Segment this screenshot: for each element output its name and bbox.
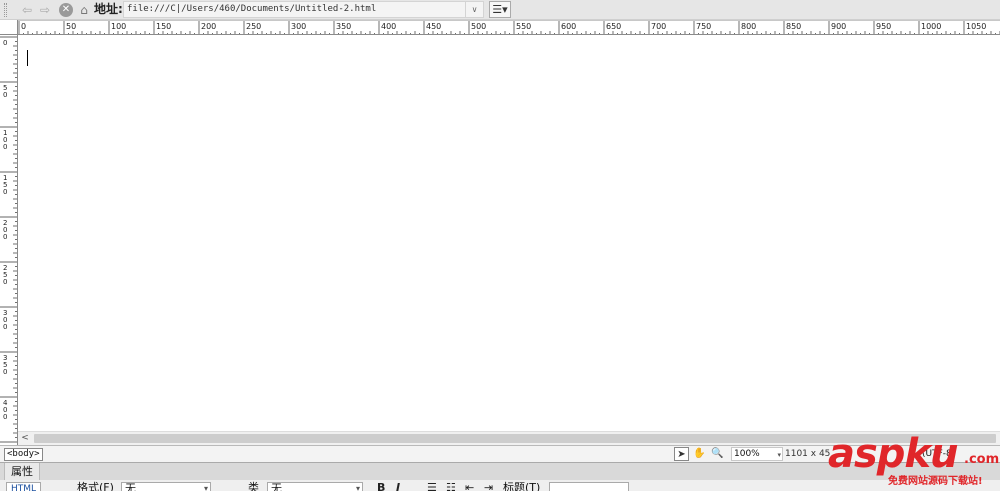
class-select[interactable]: 无 ▾ [267, 482, 363, 491]
ruler-label: 200 [3, 219, 7, 241]
format-label: 格式(F) [77, 481, 114, 491]
scrollbar-thumb[interactable] [34, 434, 996, 443]
stop-icon[interactable]: ✕ [59, 3, 73, 17]
ruler-label: 150 [156, 22, 171, 31]
address-label: 地址: [94, 2, 123, 16]
vertical-ruler-ticks: 0 5 0 1 0 0 1 5 0 2 0 0 2 5 0 3 0 0 3 5 0 4 0 0 [0, 36, 17, 443]
ruler-label: 500 [471, 22, 486, 31]
unordered-list-icon[interactable]: ☰ [427, 482, 437, 491]
ruler-label: 150 [3, 174, 7, 196]
zoom-value: 100% [734, 449, 760, 459]
tab-properties[interactable]: 属性 [4, 463, 40, 481]
ruler-label: 100 [111, 22, 126, 31]
ruler-label: 250 [3, 264, 7, 286]
ruler-label: 50 [66, 22, 76, 31]
design-canvas[interactable] [18, 35, 1000, 431]
back-arrow-icon[interactable]: ⇦ [20, 3, 34, 17]
ruler-label: 950 [876, 22, 891, 31]
class-value: 无 [271, 482, 282, 491]
chevron-down-icon: ▾ [777, 451, 781, 459]
ruler-corner [0, 20, 18, 35]
ruler-label: 1050 [966, 22, 986, 31]
ruler-label: 550 [516, 22, 531, 31]
vertical-ruler: 0 50 100 150 200 250 300 350 400 [0, 35, 18, 445]
outdent-icon[interactable]: ⇤ [465, 482, 474, 491]
address-input[interactable]: file:///C|/Users/460/Documents/Untitled-… [123, 1, 466, 18]
forward-arrow-icon[interactable]: ⇨ [38, 3, 52, 17]
ruler-label: 0 [21, 22, 26, 31]
indent-icon[interactable]: ⇥ [484, 482, 493, 491]
ruler-label: 650 [606, 22, 621, 31]
ruler-label: 300 [291, 22, 306, 31]
ruler-label: 350 [3, 354, 7, 376]
title-input[interactable] [549, 482, 629, 491]
italic-button[interactable]: I [396, 482, 400, 491]
tag-selector-body[interactable]: <body> [4, 448, 43, 461]
ruler-label: 50 [3, 84, 7, 99]
address-toolbar: ⇦ ⇨ ✕ ⌂ 地址: file:///C|/Users/460/Documen… [0, 0, 1000, 20]
zoom-select[interactable]: 100% ▾ [731, 447, 783, 461]
ruler-label: 750 [696, 22, 711, 31]
toolbar-grip[interactable] [4, 3, 7, 17]
ruler-label: 100 [3, 129, 7, 151]
ordered-list-icon[interactable]: ☷ [446, 482, 456, 491]
chevron-down-icon[interactable]: ∨ [466, 1, 484, 18]
ruler-label: 450 [426, 22, 441, 31]
page-options-icon[interactable]: ☰▾ [489, 1, 511, 18]
zoom-tool-icon[interactable]: 🔍 [710, 447, 725, 461]
ruler-label: 900 [831, 22, 846, 31]
ruler-label: 400 [3, 399, 8, 421]
properties-panel: HTML 格式(F) 无 ▾ 类 无 ▾ B I ☰ ☷ ⇤ ⇥ 标题(T) [0, 480, 1000, 491]
format-value: 无 [125, 482, 136, 491]
properties-panel-header: 属性 [0, 462, 1000, 481]
ruler-label: 200 [201, 22, 216, 31]
ruler-label: 250 [246, 22, 261, 31]
dreamweaver-window: ⇦ ⇨ ✕ ⌂ 地址: file:///C|/Users/460/Documen… [0, 0, 1000, 491]
ruler-label: 1000 [921, 22, 941, 31]
ruler-label: 700 [651, 22, 666, 31]
ruler-label: 400 [381, 22, 396, 31]
bold-button[interactable]: B [377, 482, 385, 491]
horizontal-scrollbar[interactable]: < [18, 431, 1000, 445]
horizontal-ruler: 0 50 100 150 200 250 300 350 400 450 500 550 600 650 7… [18, 20, 1000, 35]
ruler-label: 350 [336, 22, 351, 31]
ruler-label: 300 [3, 309, 7, 331]
home-icon[interactable]: ⌂ [77, 3, 91, 17]
status-bar: <body> ➤ ✋ 🔍 100% ▾ 1101 x 45 (UTF-8) [0, 445, 1000, 462]
chevron-down-icon: ▾ [355, 484, 360, 491]
scroll-left-icon[interactable]: < [20, 432, 30, 445]
hand-tool-icon[interactable]: ✋ [692, 447, 707, 461]
ruler-label: 0 [3, 39, 7, 47]
format-select[interactable]: 无 ▾ [121, 482, 211, 491]
window-size[interactable]: 1101 x 45 [785, 448, 830, 460]
text-cursor [27, 50, 28, 66]
title-label: 标题(T) [503, 481, 541, 491]
encoding-indicator: (UTF-8) [922, 449, 956, 459]
chevron-down-icon: ▾ [203, 484, 208, 491]
ruler-label: 800 [741, 22, 756, 31]
horizontal-ruler-ticks: 0 50 100 150 200 250 300 350 400 450 500 550 600 650 7… [18, 21, 1000, 34]
html-mode-button[interactable]: HTML [6, 482, 42, 491]
ruler-label: 850 [786, 22, 801, 31]
class-label: 类 [248, 481, 259, 491]
ruler-label: 600 [561, 22, 576, 31]
select-tool-icon[interactable]: ➤ [674, 447, 689, 461]
